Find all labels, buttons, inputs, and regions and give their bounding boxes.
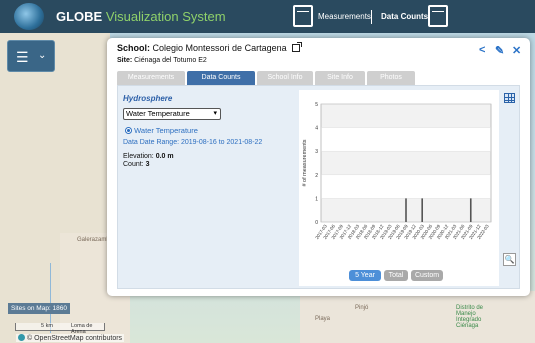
data-counts-link[interactable]: Data Counts [381,12,428,21]
section-title: Hydrosphere [123,94,173,103]
chevron-down-icon: ⌄ [38,50,47,61]
school-line: School: Colegio Montessori de Cartagena [117,42,303,53]
parameter-select[interactable]: Water Temperature ▾ [123,108,221,120]
parameter-column: Hydrosphere Water Temperature ▾ Water Te… [123,94,293,168]
radio-selected-icon [125,127,132,134]
scale-left-label: 5 km [41,323,53,329]
measurements-calendar-icon[interactable] [293,5,313,27]
bar [405,198,407,222]
grid-band [321,104,491,128]
parameter-radio-label: Water Temperature [134,126,198,135]
elevation-label: Elevation: [123,153,154,160]
y-tick-label: 0 [315,220,318,226]
map-label: Pinjó [355,305,369,311]
land-area [300,291,535,343]
measurements-link[interactable]: Measurements [318,12,371,21]
total-button[interactable]: Total [384,270,408,281]
map-attribution[interactable]: © OpenStreetMap contributors [16,334,125,342]
sites-on-map-badge: Sites on Map: 1860 [8,303,71,314]
site-popup: School: Colegio Montessori de Cartagena … [107,38,530,296]
app-brand: GLOBE [56,9,103,24]
school-label: School: [117,43,150,53]
header-separator [371,10,372,24]
edit-icon[interactable]: ✎ [495,44,504,57]
chart-svg: 012345# of measurements2017-032017-06201… [302,102,492,240]
globe-logo-icon [14,3,44,30]
data-count-chart: 0 1 2 3 4 5 # of measurements 2017-03 2017-06 201… [299,90,499,286]
y-tick-label: 3 [315,149,318,155]
date-range: Data Date Range: 2019-08-16 to 2021-08-2… [123,139,263,146]
elevation-value: 0.0 m [155,153,174,160]
chevron-down-icon: ▾ [213,110,217,117]
tab-site-info[interactable]: Site Info [315,71,365,85]
site-label: Site: [117,57,133,64]
count: Count: 3 [123,161,149,168]
close-icon[interactable]: ✕ [512,44,521,57]
count-label: Count: [123,161,144,168]
tab-data-counts[interactable]: Data Counts [187,71,255,85]
school-name: Colegio Montessori de Cartagena [152,43,287,53]
tab-school-info[interactable]: School Info [257,71,313,85]
y-tick-label: 5 [315,102,318,108]
bar [469,198,472,222]
share-icon[interactable]: < [479,44,485,56]
five-year-button[interactable]: 5 Year [349,270,381,281]
grid-band [321,127,491,152]
map-label: Distrito de Manejo Integrado Ciénaga [456,305,484,329]
elevation: Elevation: 0.0 m [123,153,174,160]
external-link-icon[interactable] [292,42,303,52]
bar [421,198,423,222]
y-tick-label: 1 [315,196,318,202]
table-icon[interactable] [504,93,515,103]
y-axis-label: # of measurements [302,139,308,186]
osm-icon [18,334,25,341]
top-bar: GLOBE Visualization System Measurements … [0,0,535,33]
count-value: 3 [145,161,150,168]
data-counts-calendar-icon[interactable] [428,5,448,27]
site-line: Site: Ciénaga del Totumo E2 [117,57,207,64]
tab-measurements[interactable]: Measurements [117,71,185,85]
layers-button[interactable]: ☰ ⌄ [7,40,55,72]
map-scale-bar: 5 km Loma de Arena [15,323,105,335]
zoom-icon[interactable]: 🔍 [503,253,516,266]
y-tick-label: 2 [315,173,318,179]
y-tick-label: 4 [315,126,318,132]
grid-band [321,174,491,199]
parameter-radio[interactable]: Water Temperature [125,126,198,135]
attribution-text: © OpenStreetMap contributors [27,335,123,342]
app-title: GLOBE Visualization System [56,9,226,24]
site-name: Ciénaga del Totumo E2 [134,57,207,64]
tab-photos[interactable]: Photos [367,71,415,85]
parameter-select-value: Water Temperature [126,109,190,118]
map-label: Playa [315,316,331,322]
custom-button[interactable]: Custom [411,270,443,281]
data-counts-panel: Hydrosphere Water Temperature ▾ Water Te… [117,85,520,289]
grid-band [321,151,491,175]
app-subtitle: Visualization System [105,9,226,24]
layers-icon: ☰ [16,49,29,65]
